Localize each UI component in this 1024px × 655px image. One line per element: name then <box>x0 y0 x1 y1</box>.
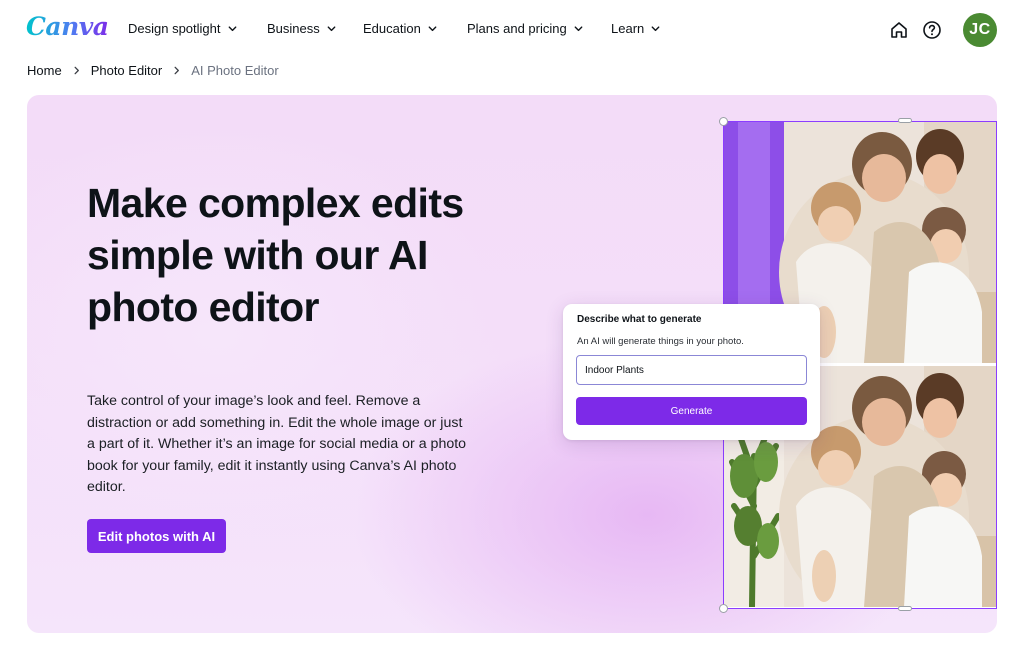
resize-handle-bottom-left[interactable] <box>719 604 728 613</box>
breadcrumb: Home Photo Editor AI Photo Editor <box>27 63 279 78</box>
resize-handle-top-left[interactable] <box>719 117 728 126</box>
chevron-down-icon <box>428 26 437 32</box>
generate-card-subtitle: An AI will generate things in your photo… <box>577 336 744 347</box>
hero-description: Take control of your image’s look and fe… <box>87 393 467 496</box>
nav-label: Plans and pricing <box>467 21 567 36</box>
edit-photos-with-ai-button[interactable]: Edit photos with AI <box>87 519 226 553</box>
generate-card-title: Describe what to generate <box>577 314 702 325</box>
canva-logo[interactable]: Canva <box>26 12 109 41</box>
nav-education[interactable]: Education <box>363 21 438 36</box>
chevron-down-icon <box>574 26 583 32</box>
nav-plans-and-pricing[interactable]: Plans and pricing <box>467 21 584 36</box>
chevron-down-icon <box>228 26 236 32</box>
nav-business[interactable]: Business <box>267 21 337 36</box>
generate-card: Describe what to generate An AI will gen… <box>563 304 820 440</box>
nav-learn[interactable]: Learn <box>611 21 661 36</box>
hero-title: Make complex edits simple with our AI ph… <box>87 180 464 330</box>
home-icon[interactable] <box>889 20 909 40</box>
hero-section: Make complex edits simple with our AI ph… <box>27 95 997 633</box>
resize-handle-top[interactable] <box>898 118 912 123</box>
chevron-down-icon <box>327 26 336 32</box>
chevron-down-icon <box>651 26 660 32</box>
avatar[interactable]: JC <box>963 13 997 47</box>
help-icon[interactable] <box>922 20 942 40</box>
generate-button[interactable]: Generate <box>576 397 807 425</box>
breadcrumb-current: AI Photo Editor <box>191 63 279 78</box>
top-nav: Canva Design spotlight Business Educatio… <box>0 0 1024 58</box>
chevron-right-icon <box>174 66 180 75</box>
resize-handle-bottom[interactable] <box>898 606 912 611</box>
breadcrumb-home[interactable]: Home <box>27 63 62 78</box>
generate-prompt-input[interactable]: Indoor Plants <box>576 355 807 385</box>
nav-design-spotlight[interactable]: Design spotlight <box>128 21 238 36</box>
breadcrumb-photo-editor[interactable]: Photo Editor <box>91 63 163 78</box>
nav-label: Business <box>267 21 320 36</box>
nav-label: Design spotlight <box>128 21 221 36</box>
nav-label: Education <box>363 21 421 36</box>
nav-label: Learn <box>611 21 645 36</box>
chevron-right-icon <box>74 66 79 75</box>
